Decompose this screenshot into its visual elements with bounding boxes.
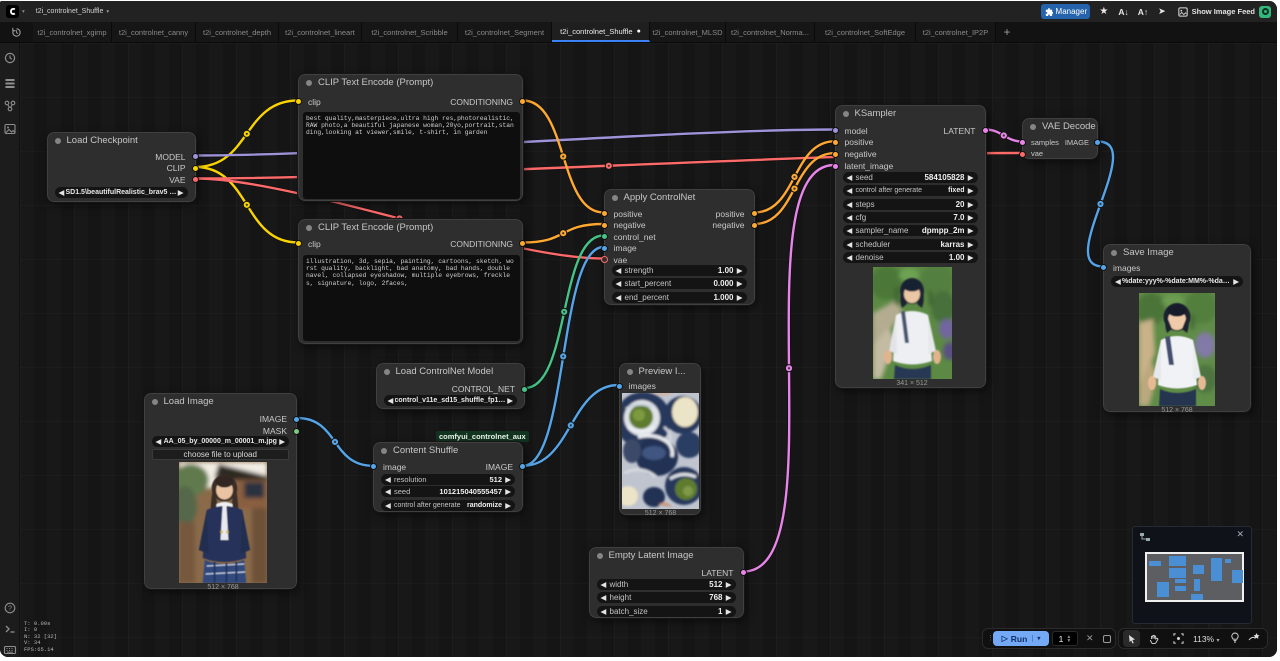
svg-text:?: ? bbox=[8, 605, 12, 612]
